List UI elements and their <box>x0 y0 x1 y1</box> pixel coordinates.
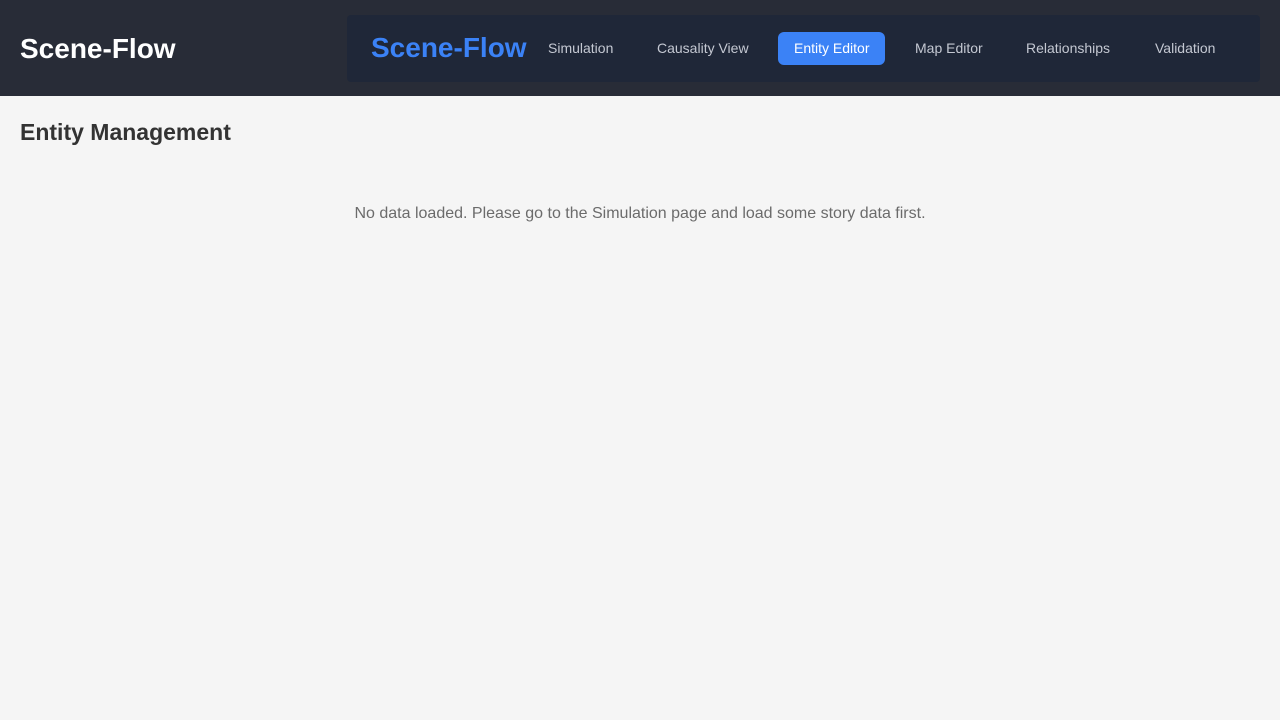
tab-simulation[interactable]: Simulation <box>532 32 629 65</box>
tab-causality-view[interactable]: Causality View <box>641 32 765 65</box>
main-navigation: Scene-Flow Simulation Causality View Ent… <box>347 15 1260 82</box>
empty-state-message: No data loaded. Please go to the Simulat… <box>354 205 926 222</box>
tab-entity-editor[interactable]: Entity Editor <box>778 32 886 65</box>
top-bar: Scene-Flow Scene-Flow Simulation Causali… <box>0 0 1280 96</box>
tab-validation[interactable]: Validation <box>1139 32 1231 65</box>
tab-map-editor[interactable]: Map Editor <box>899 32 999 65</box>
tab-relationships[interactable]: Relationships <box>1010 32 1126 65</box>
page-title: Entity Management <box>20 119 231 145</box>
app-title: Scene-Flow <box>20 33 176 64</box>
nav-brand-logo[interactable]: Scene-Flow <box>371 30 527 66</box>
